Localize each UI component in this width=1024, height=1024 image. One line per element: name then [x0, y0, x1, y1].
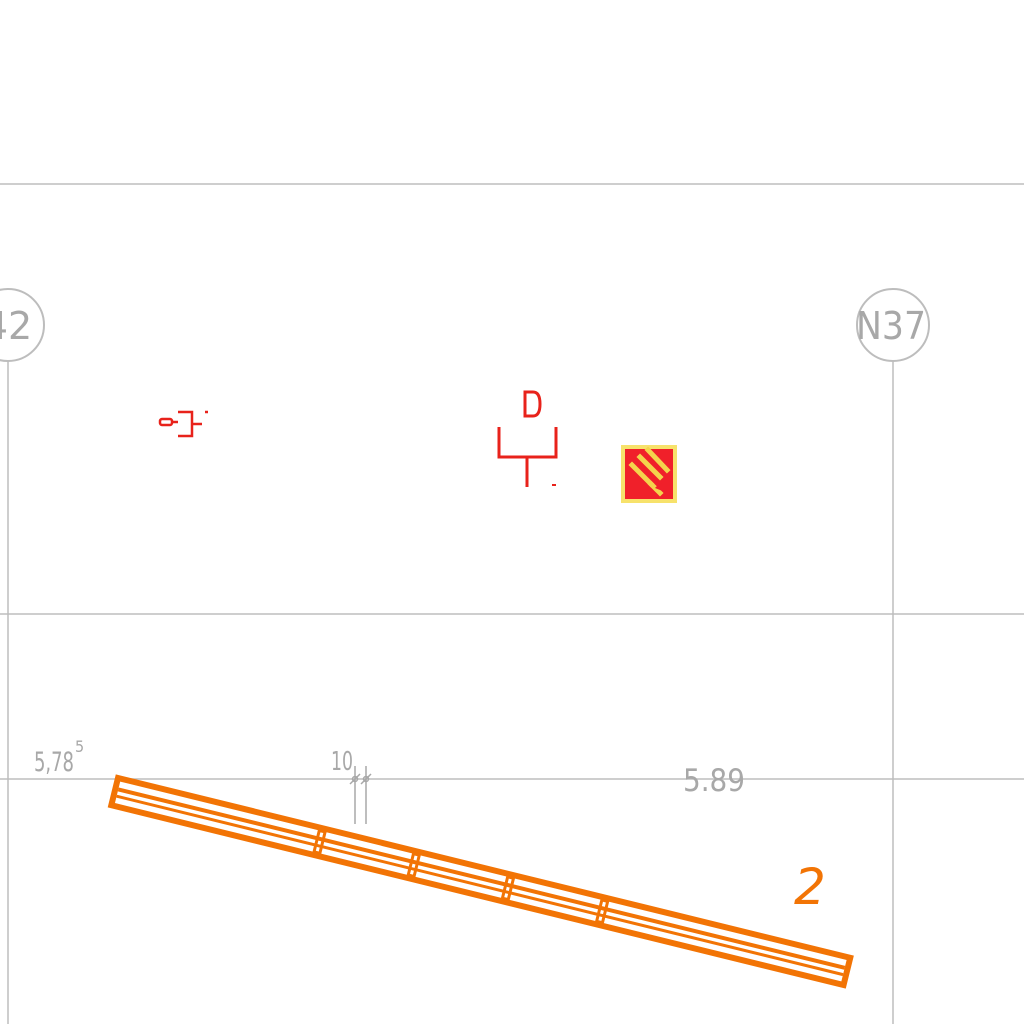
grid-bubble-label: 42 [0, 304, 32, 348]
dimension-left: 5,78 5 [34, 737, 84, 778]
dimension-gap: 10 [331, 747, 372, 824]
beam-splices [312, 828, 610, 925]
beam-inner-line-bottom [116, 794, 844, 977]
wall-fixture-icon[interactable] [158, 410, 208, 438]
cad-drawing-canvas: 42 N37 5,78 5 10 5.89 [0, 183, 1024, 1024]
hatched-panel-icon[interactable] [621, 445, 677, 503]
dimension-left-value: 5,78 [34, 747, 74, 778]
beam-outline [107, 774, 854, 989]
grid-bubble-n37[interactable]: N37 [856, 288, 930, 362]
sloped-beam[interactable] [107, 774, 854, 989]
dimension-tick-marks [349, 766, 372, 824]
dimension-left-superscript: 5 [75, 737, 84, 756]
beam-inner-line-top [117, 787, 846, 970]
beam-mark: 2 [794, 858, 826, 916]
pendant-fixture-icon[interactable] [497, 390, 558, 487]
grid-bubble-42[interactable]: 42 [0, 288, 45, 362]
dimension-gap-value: 10 [331, 747, 353, 777]
grid-bubble-label: N37 [856, 304, 926, 348]
dimension-span-value: 5.89 [683, 763, 745, 799]
